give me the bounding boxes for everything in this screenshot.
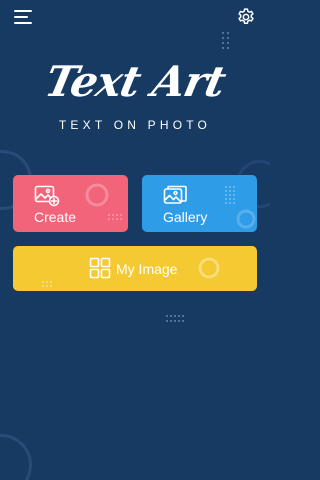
create-label: Create [34,209,77,225]
gallery-button[interactable]: Gallery [142,175,257,232]
gear-icon [238,8,254,24]
my-image-button[interactable]: My Image [13,246,257,291]
logo-text: Text Art [40,57,230,106]
settings-button[interactable] [236,7,256,27]
my-image-label: My Image [116,261,178,277]
grid-icon [89,257,111,279]
decor-dots-mid [166,315,184,322]
image-add-icon [34,185,60,207]
decor-ring-bottom [0,434,32,480]
tagline: TEXT ON PHOTO [58,118,212,132]
gallery-label: Gallery [163,209,208,225]
menu-button[interactable] [14,10,32,24]
decor-dots-top [222,32,229,49]
app-logo: Text Art [0,52,270,112]
photo-gallery-icon [163,185,187,204]
create-button[interactable]: Create [13,175,128,232]
hamburger-menu-icon [14,10,32,12]
home-screen: Text Art TEXT ON PHOTO Create Gallery My… [0,0,270,480]
